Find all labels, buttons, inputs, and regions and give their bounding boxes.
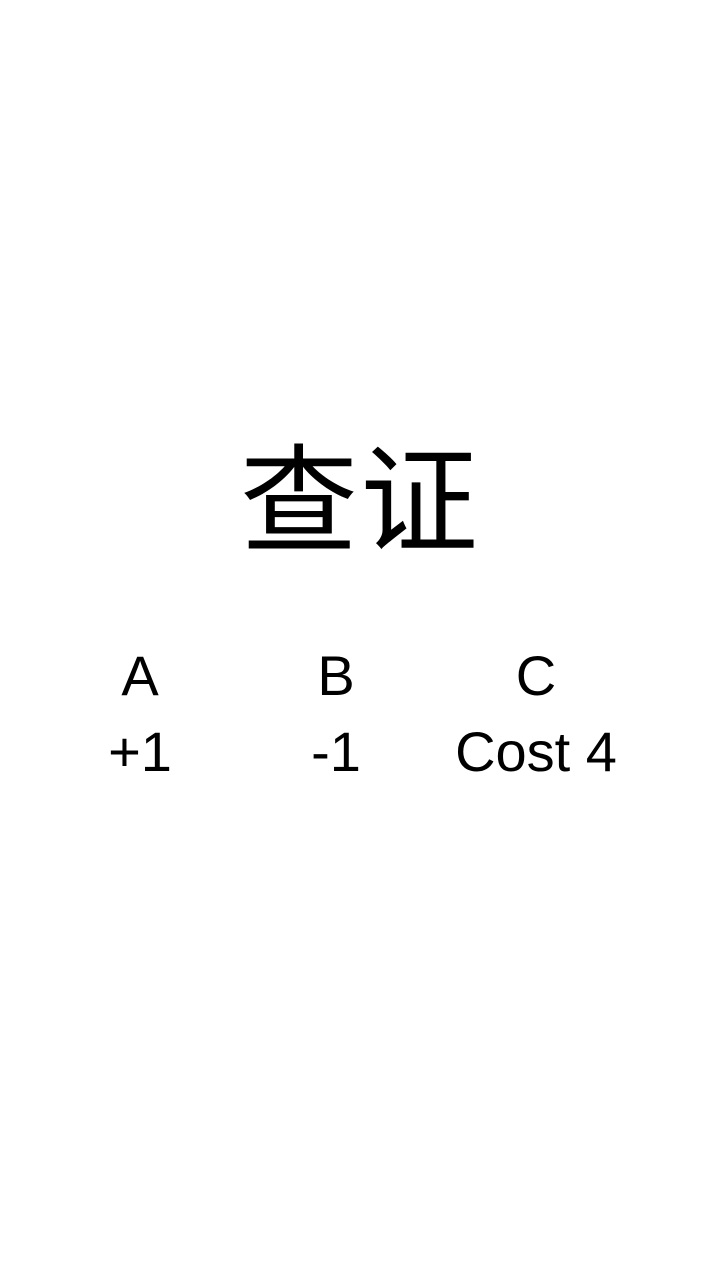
page-title: 查证: [239, 433, 480, 571]
option-b-letter: B: [317, 644, 355, 707]
option-a-effect: +1: [108, 720, 172, 783]
option-a-letter: A: [121, 644, 159, 707]
option-b-effect: -1: [311, 720, 361, 783]
option-c-letter: C: [515, 644, 557, 707]
option-b-button[interactable]: B -1: [266, 640, 406, 792]
option-c-effect: Cost 4: [455, 720, 617, 783]
option-a-button[interactable]: A +1: [70, 640, 210, 792]
option-c-button[interactable]: C Cost 4: [430, 640, 642, 792]
